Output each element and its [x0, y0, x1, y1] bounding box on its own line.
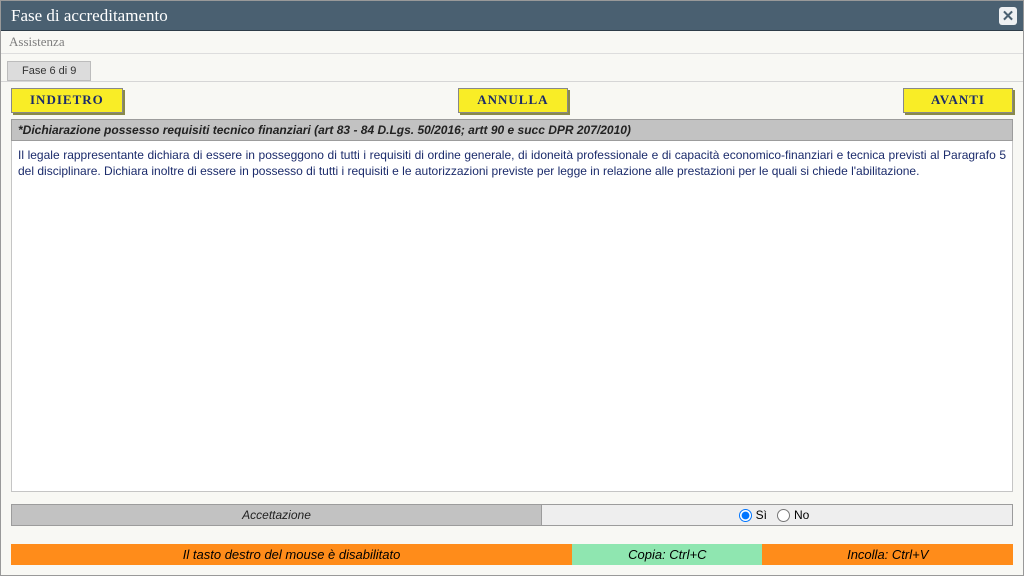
- back-button[interactable]: INDIETRO: [11, 88, 123, 113]
- menu-assistenza[interactable]: Assistenza: [9, 34, 65, 50]
- radio-si[interactable]: [739, 509, 752, 522]
- titlebar: Fase di accreditamento ✕: [1, 1, 1023, 31]
- menubar: Assistenza: [1, 31, 1023, 54]
- nav-button-row: INDIETRO ANNULLA AVANTI: [1, 82, 1023, 119]
- footer-hint-row: Il tasto destro del mouse è disabilitato…: [11, 544, 1013, 565]
- tab-phase[interactable]: Fase 6 di 9: [7, 61, 91, 81]
- window-title: Fase di accreditamento: [11, 6, 999, 26]
- acceptance-row: Accettazione Sì No: [11, 504, 1013, 526]
- hint-copy: Copia: Ctrl+C: [572, 544, 762, 565]
- content-area: *Dichiarazione possesso requisiti tecnic…: [1, 119, 1023, 526]
- app-window: Fase di accreditamento ✕ Assistenza Fase…: [0, 0, 1024, 576]
- radio-no[interactable]: [777, 509, 790, 522]
- hint-rightclick-disabled: Il tasto destro del mouse è disabilitato: [11, 544, 572, 565]
- radio-no-label: No: [794, 508, 809, 522]
- declaration-header: *Dichiarazione possesso requisiti tecnic…: [11, 119, 1013, 141]
- hint-paste: Incolla: Ctrl+V: [762, 544, 1013, 565]
- acceptance-label: Accettazione: [11, 504, 542, 526]
- close-icon[interactable]: ✕: [999, 7, 1017, 25]
- radio-si-label: Sì: [756, 508, 767, 522]
- tab-row: Fase 6 di 9: [1, 54, 1023, 82]
- next-button[interactable]: AVANTI: [903, 88, 1013, 113]
- acceptance-options: Sì No: [542, 504, 1013, 526]
- cancel-button[interactable]: ANNULLA: [458, 88, 568, 113]
- declaration-body: Il legale rappresentante dichiara di ess…: [11, 141, 1013, 492]
